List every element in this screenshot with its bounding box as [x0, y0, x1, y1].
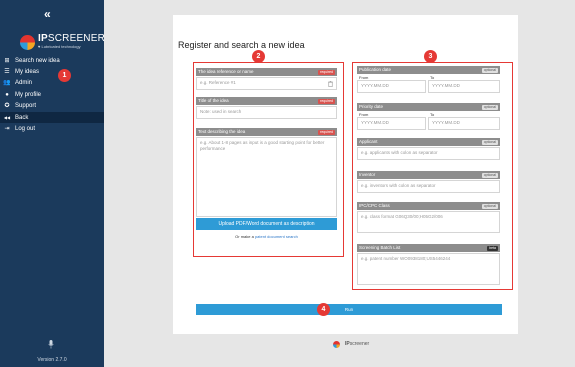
sidebar-nav: ⊞ Search new idea ☰ My ideas 👥 Admin ● M…	[0, 55, 104, 135]
sidebar-item-my-ideas[interactable]: ☰ My ideas	[0, 66, 104, 77]
sidebar: « IPSCREENER ♥ Lubricated technology ⊞ S…	[0, 0, 105, 367]
sidebar-item-label: My ideas	[15, 69, 40, 76]
page-title: Register and search a new idea	[178, 40, 305, 50]
annotation-box-left-form	[193, 62, 344, 257]
logo-brand-bold: IP	[38, 33, 48, 44]
sidebar-item-label: Support	[15, 103, 37, 110]
footer-brand-rest: screener	[349, 341, 370, 347]
sidebar-item-label: Admin	[15, 80, 33, 87]
logo-mark-icon	[20, 35, 35, 50]
annotation-marker-3: 3	[424, 50, 437, 63]
collapse-sidebar-icon[interactable]: «	[44, 7, 51, 21]
sidebar-item-my-profile[interactable]: ● My profile	[0, 89, 104, 100]
sidebar-item-label: Back	[15, 114, 29, 121]
sidebar-item-log-out[interactable]: ⇥ Log out	[0, 123, 104, 134]
back-icon: ◀◀	[3, 114, 11, 120]
sidebar-item-label: Search new idea	[15, 57, 60, 64]
sidebar-item-search-new-idea[interactable]: ⊞ Search new idea	[0, 55, 104, 66]
microphone-icon[interactable]	[48, 340, 54, 349]
sidebar-item-admin[interactable]: 👥 Admin	[0, 78, 104, 89]
run-button[interactable]: Run	[196, 304, 502, 315]
user-icon: ●	[5, 91, 9, 98]
annotation-marker-4: 4	[317, 303, 330, 316]
annotation-marker-2: 2	[252, 50, 265, 63]
sidebar-item-back[interactable]: ◀◀ Back	[0, 111, 104, 124]
annotation-marker-1: 1	[58, 69, 71, 82]
logo-brand-rest: SCREENER	[47, 33, 106, 44]
plus-square-icon: ⊞	[4, 57, 10, 64]
sidebar-item-support[interactable]: ✪ Support	[0, 101, 104, 112]
app-version: Version 2.7.0	[37, 357, 67, 363]
lifebuoy-icon: ✪	[4, 103, 10, 110]
app-logo[interactable]: IPSCREENER ♥ Lubricated technology	[20, 33, 105, 53]
sidebar-item-label: My profile	[15, 91, 42, 98]
logo-tagline: ♥ Lubricated technology	[38, 44, 81, 49]
annotation-box-right-filters	[352, 62, 513, 290]
footer-logo: IPscreener	[333, 340, 393, 350]
sidebar-item-label: Log out	[15, 126, 36, 133]
list-icon: ☰	[4, 69, 10, 76]
footer-logo-mark-icon	[333, 341, 340, 348]
logout-icon: ⇥	[4, 126, 10, 133]
users-icon: 👥	[3, 80, 11, 87]
